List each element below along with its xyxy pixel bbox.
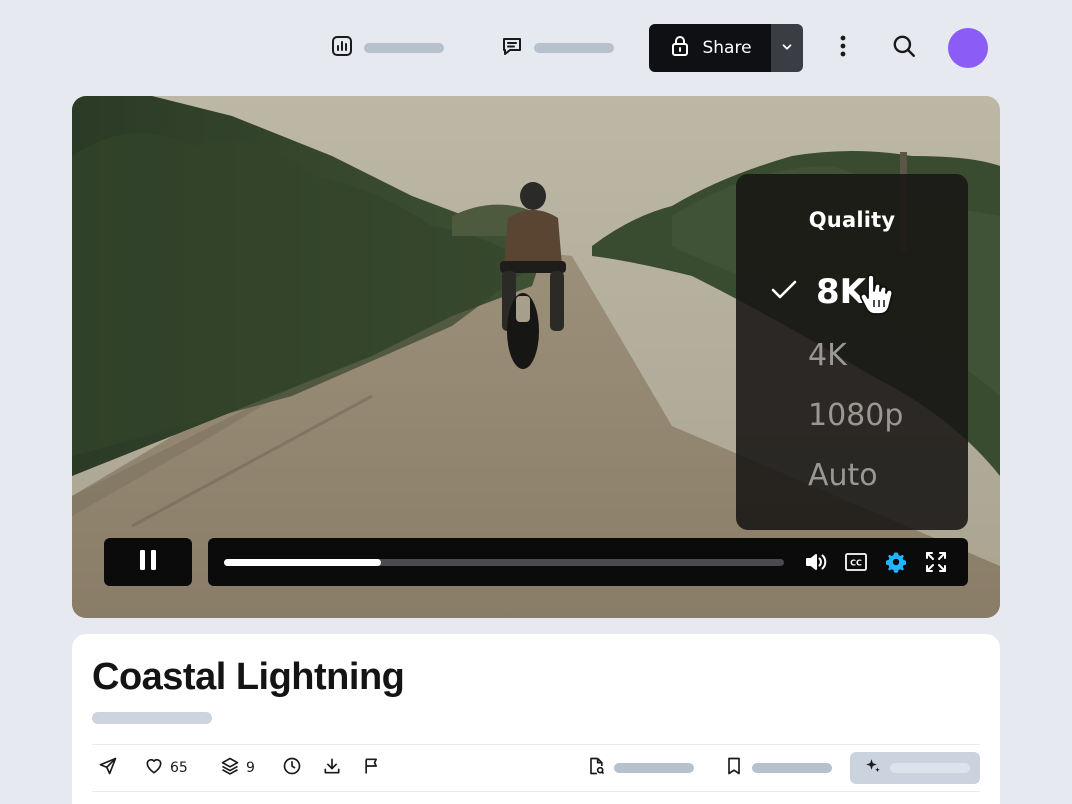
comments-tab[interactable] xyxy=(500,35,614,61)
sparkle-icon xyxy=(864,757,882,779)
progress-bar[interactable] xyxy=(224,559,784,566)
bookmark-icon xyxy=(724,756,744,780)
video-controls: CC xyxy=(208,538,968,586)
quality-option-auto[interactable]: Auto xyxy=(808,458,878,493)
layers-count: 9 xyxy=(246,760,255,776)
share-split-button: Share xyxy=(649,24,803,72)
subtitle-placeholder xyxy=(92,712,212,724)
chart-icon xyxy=(330,34,354,62)
analytics-label-placeholder xyxy=(364,43,444,53)
fullscreen-icon[interactable] xyxy=(924,550,948,574)
more-vertical-icon xyxy=(840,35,846,61)
video-info-card: Coastal Lightning 65 9 xyxy=(72,634,1000,804)
share-action[interactable] xyxy=(98,756,118,780)
chevron-down-icon xyxy=(780,39,794,58)
volume-icon[interactable] xyxy=(804,550,828,574)
ai-label-placeholder xyxy=(890,763,970,773)
cc-icon[interactable]: CC xyxy=(844,550,868,574)
heart-icon xyxy=(144,756,164,780)
quality-menu: Quality 8K 4K 1080p Auto xyxy=(736,174,968,530)
save-label-placeholder xyxy=(752,763,832,773)
pause-button[interactable] xyxy=(104,538,192,586)
report-action[interactable] xyxy=(362,756,382,780)
comment-icon xyxy=(500,34,524,62)
more-options-button[interactable] xyxy=(830,34,856,62)
layers-icon xyxy=(220,756,240,780)
top-bar: Share xyxy=(0,0,1072,96)
gear-icon[interactable] xyxy=(884,550,908,574)
progress-fill xyxy=(224,559,381,566)
clock-icon xyxy=(282,756,302,780)
avatar[interactable] xyxy=(948,28,988,68)
transcript-action[interactable] xyxy=(586,756,694,780)
like-action[interactable]: 65 xyxy=(144,756,188,780)
share-options-toggle[interactable] xyxy=(771,24,803,72)
check-icon xyxy=(770,278,798,306)
svg-text:CC: CC xyxy=(850,559,862,568)
share-label: Share xyxy=(702,38,752,58)
send-icon xyxy=(98,756,118,780)
flag-icon xyxy=(362,756,382,780)
save-action[interactable] xyxy=(724,756,832,780)
lock-icon xyxy=(668,34,692,63)
analytics-tab[interactable] xyxy=(330,35,444,61)
divider xyxy=(92,744,980,745)
video-player[interactable]: Quality 8K 4K 1080p Auto CC xyxy=(72,96,1000,618)
transcript-label-placeholder xyxy=(614,763,694,773)
history-action[interactable] xyxy=(282,756,302,780)
pause-icon xyxy=(139,549,157,575)
ai-assist-button[interactable] xyxy=(850,752,980,784)
download-action[interactable] xyxy=(322,756,342,780)
like-count: 65 xyxy=(170,760,188,776)
share-button[interactable]: Share xyxy=(649,24,771,72)
download-icon xyxy=(322,756,342,780)
search-button[interactable] xyxy=(890,34,918,62)
document-search-icon xyxy=(586,756,606,780)
quality-option-4k[interactable]: 4K xyxy=(808,338,847,373)
layers-action[interactable]: 9 xyxy=(220,756,255,780)
comments-label-placeholder xyxy=(534,43,614,53)
divider xyxy=(92,791,980,792)
search-icon xyxy=(891,33,917,63)
video-title: Coastal Lightning xyxy=(92,656,405,698)
quality-menu-title: Quality xyxy=(808,208,896,232)
hand-cursor-icon xyxy=(858,274,896,320)
quality-option-1080p[interactable]: 1080p xyxy=(808,398,903,433)
